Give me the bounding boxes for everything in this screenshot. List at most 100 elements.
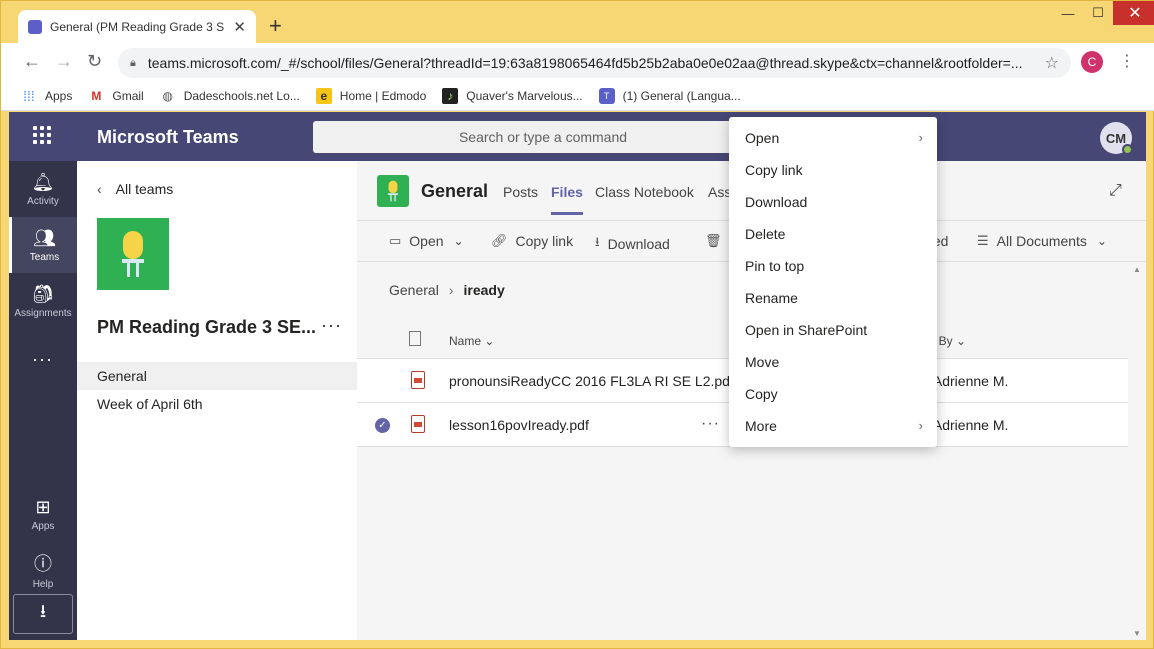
file-type-icon (409, 331, 421, 346)
lock-icon: 🔒︎ (130, 56, 136, 69)
menu-item-label: Pin to top (745, 258, 805, 274)
presence-available-icon (1122, 144, 1133, 155)
tab-class-notebook[interactable]: Class Notebook (595, 184, 694, 200)
rail-label: Help (32, 579, 54, 590)
assignments-icon: 🎒︎ (31, 283, 55, 304)
rail-item-apps[interactable]: ⊞ Apps (9, 486, 77, 542)
menu-item-label: Copy (745, 386, 778, 402)
bookmark-edmodo[interactable]: e Home | Edmodo (315, 87, 426, 104)
all-teams-link[interactable]: ‹ All teams (97, 181, 173, 197)
scrollbar[interactable]: ▲ ▼ (1130, 265, 1144, 640)
download-icon: ⭳ (595, 234, 600, 249)
open-file-icon: ▭ (389, 233, 402, 248)
expand-icon[interactable]: ⤢ (1109, 182, 1122, 200)
scroll-up-icon[interactable]: ▲ (1133, 265, 1141, 274)
teams-favicon-icon (28, 19, 42, 34)
rail-item-activity[interactable]: 🔔︎ Activity (9, 161, 77, 217)
address-bar-row: ← → ↻ 🔒︎ teams.microsoft.com/_#/school/f… (1, 43, 1154, 81)
scroll-down-icon[interactable]: ▼ (1133, 629, 1141, 638)
menu-item-copy[interactable]: Copy (729, 378, 937, 410)
rail-label: Apps (31, 520, 55, 532)
menu-item-move[interactable]: Move (729, 346, 937, 378)
delete-button[interactable]: 🗑︎ (705, 233, 730, 249)
close-window-icon[interactable]: ✕ (1113, 1, 1154, 25)
team-logo (97, 218, 169, 290)
menu-item-label: Download (745, 194, 808, 210)
open-label: Open (409, 233, 444, 249)
maximize-icon[interactable]: ☐ (1083, 1, 1113, 25)
view-options-button[interactable]: ☰ All Documents ⌄ (977, 233, 1107, 249)
edmodo-icon: e (315, 87, 332, 104)
channel-title: General (421, 181, 489, 201)
tab-close-icon[interactable]: ✕ (233, 18, 246, 36)
rail-item-assignments[interactable]: 🎒︎ Assignments (9, 273, 77, 329)
menu-item-pin-to-top[interactable]: Pin to top (729, 250, 937, 282)
minimize-icon[interactable]: — (1053, 1, 1083, 25)
chevron-right-icon: › (448, 282, 454, 298)
team-more-options-icon[interactable]: ··· (321, 315, 342, 336)
bookmark-star-icon[interactable]: ☆ (1045, 53, 1059, 73)
name-column-header[interactable]: Name ⌄ (449, 334, 494, 348)
new-tab-icon[interactable]: + (269, 13, 282, 39)
bookmark-teams[interactable]: T (1) General (Langua... (598, 87, 741, 104)
bookmark-quaver[interactable]: ♪ Quaver's Marvelous... (442, 87, 583, 104)
rail-item-help[interactable]: ⓘ Help (9, 542, 77, 598)
lightbulb-icon (122, 231, 144, 277)
trash-icon: 🗑︎ (705, 233, 722, 248)
rail-label: Teams (29, 251, 60, 263)
menu-item-open[interactable]: Open › (729, 122, 937, 154)
menu-item-rename[interactable]: Rename (729, 282, 937, 314)
pdf-file-icon (411, 415, 425, 433)
link-icon: 🔗︎ (491, 233, 508, 248)
checkmark-icon[interactable]: ✓ (375, 418, 390, 433)
browser-window: General (PM Reading Grade 3 SE... ✕ + — … (0, 0, 1154, 649)
all-documents-label: All Documents (996, 233, 1087, 249)
pdf-file-icon (411, 371, 425, 389)
profile-avatar[interactable]: C (1081, 51, 1103, 73)
tab-files[interactable]: Files (551, 184, 583, 215)
bookmark-apps[interactable]: ⁞⁞⁞ Apps (21, 88, 72, 104)
download-app-icon[interactable]: ⭳ (13, 594, 73, 634)
rail-item-more[interactable]: ... (9, 329, 77, 385)
copy-link-label: Copy link (515, 233, 574, 249)
menu-item-download[interactable]: Download (729, 186, 937, 218)
menu-item-open-in-sharepoint[interactable]: Open in SharePoint (729, 314, 937, 346)
list-view-icon: ☰ (977, 233, 989, 248)
teams-icon: T (598, 87, 615, 104)
forward-arrow-icon[interactable]: → (55, 51, 73, 72)
menu-item-label: Open (745, 130, 780, 146)
file-name[interactable]: pronounsiReadyCC 2016 FL3LA RI SE L2.pdf (449, 373, 734, 389)
bookmark-label: Gmail (112, 88, 144, 103)
reload-icon[interactable]: ↻ (87, 51, 102, 72)
bookmark-dadeschools[interactable]: ◍ Dadeschools.net Lo... (160, 88, 299, 104)
open-button[interactable]: ▭ Open ⌄ (389, 233, 464, 249)
download-button[interactable]: ⭳ Download (595, 233, 670, 255)
file-context-menu: Open › Copy link Download Delete Pin to … (729, 117, 937, 447)
row-more-options-icon[interactable]: ··· (701, 415, 720, 433)
tab-assignments[interactable]: Ass (708, 184, 731, 200)
menu-item-label: Move (745, 354, 780, 370)
url-field[interactable]: 🔒︎ teams.microsoft.com/_#/school/files/G… (118, 48, 1071, 78)
copy-link-button[interactable]: 🔗︎ Copy link (491, 233, 573, 249)
search-input[interactable]: Search or type a command (313, 121, 773, 153)
browser-menu-icon[interactable]: ⋮ (1119, 51, 1135, 71)
menu-item-copy-link[interactable]: Copy link (729, 154, 937, 186)
back-arrow-icon[interactable]: ← (23, 51, 41, 72)
chevron-right-icon: › (918, 418, 923, 433)
browser-tab[interactable]: General (PM Reading Grade 3 SE... ✕ (18, 10, 256, 43)
chevron-down-icon: ⌄ (1096, 234, 1107, 248)
menu-item-more[interactable]: More › (729, 410, 937, 442)
app-launcher-icon[interactable] (33, 126, 51, 144)
name-column-label: Name (449, 334, 482, 348)
file-name[interactable]: lesson16povIready.pdf (449, 417, 589, 433)
tab-posts[interactable]: Posts (503, 184, 538, 200)
channel-item-week-of-april-6th[interactable]: Week of April 6th (77, 390, 357, 418)
breadcrumb-root[interactable]: General (389, 282, 439, 298)
bookmark-gmail[interactable]: M Gmail (88, 88, 143, 104)
channel-item-general[interactable]: General (77, 362, 357, 390)
window-controls: — ☐ ✕ (1053, 1, 1154, 25)
avatar-initials: CM (1105, 130, 1127, 146)
user-avatar[interactable]: CM (1100, 122, 1133, 155)
menu-item-delete[interactable]: Delete (729, 218, 937, 250)
rail-item-teams[interactable]: 👥︎ Teams (9, 217, 77, 273)
